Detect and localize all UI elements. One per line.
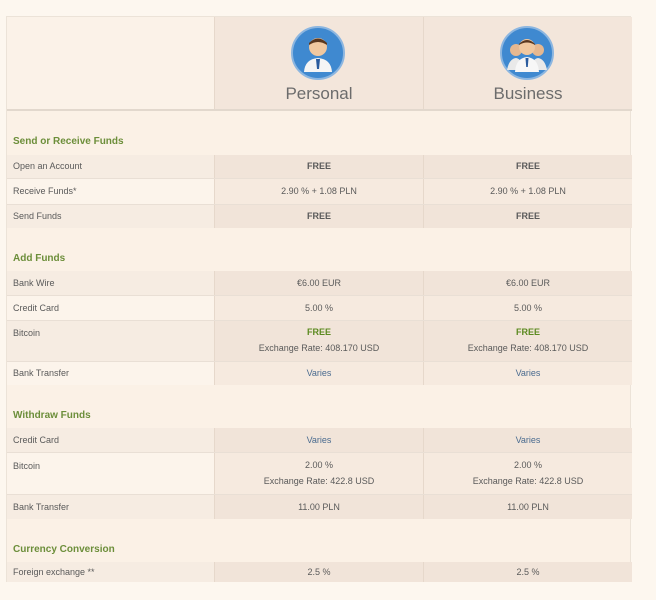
business-subvalue: Exchange Rate: 408.170 USD xyxy=(467,343,589,353)
table-row: Credit Card 5.00 % 5.00 % xyxy=(7,296,632,320)
business-value: FREE xyxy=(423,155,632,178)
section-title-currency-conversion: Currency Conversion xyxy=(13,544,115,555)
business-value: 2.5 % xyxy=(423,562,632,582)
table-row: Open an Account FREE FREE xyxy=(7,155,632,178)
row-label: Send Funds xyxy=(7,205,214,228)
table-row: Foreign exchange ** 2.5 % 2.5 % xyxy=(7,562,632,582)
table-row: Bank Transfer Varies Varies xyxy=(7,362,632,385)
header-divider xyxy=(7,109,632,111)
personal-value: Varies xyxy=(214,428,423,452)
business-plan-title: Business xyxy=(493,84,563,103)
personal-value: €6.00 EUR xyxy=(214,271,423,295)
business-value: 11.00 PLN xyxy=(423,495,632,519)
row-label: Receive Funds* xyxy=(7,179,214,204)
row-label: Bitcoin xyxy=(7,321,214,361)
personal-value: 11.00 PLN xyxy=(214,495,423,519)
personal-value: 5.00 % xyxy=(214,296,423,320)
header-empty-cell xyxy=(7,17,214,109)
row-label: Bank Transfer xyxy=(7,495,214,519)
business-value: 2.90 % + 1.08 PLN xyxy=(423,179,632,204)
business-cell: 2.00 % Exchange Rate: 422.8 USD xyxy=(423,453,632,494)
personal-value: 2.00 % xyxy=(304,460,334,470)
table-row: Credit Card Varies Varies xyxy=(7,428,632,452)
personal-cell: 2.00 % Exchange Rate: 422.8 USD xyxy=(214,453,423,494)
table-row: Bitcoin FREE Exchange Rate: 408.170 USD … xyxy=(7,321,632,361)
business-value: 5.00 % xyxy=(423,296,632,320)
personal-value: FREE xyxy=(214,155,423,178)
row-label: Credit Card xyxy=(7,428,214,452)
row-label: Bank Transfer xyxy=(7,362,214,385)
table-row: Bank Transfer 11.00 PLN 11.00 PLN xyxy=(7,495,632,519)
personal-subvalue: Exchange Rate: 422.8 USD xyxy=(263,476,375,486)
row-label: Credit Card xyxy=(7,296,214,320)
business-value: €6.00 EUR xyxy=(423,271,632,295)
business-value: Varies xyxy=(423,362,632,385)
table-row: Receive Funds* 2.90 % + 1.08 PLN 2.90 % … xyxy=(7,179,632,204)
business-cell: FREE Exchange Rate: 408.170 USD xyxy=(423,321,632,361)
row-label: Open an Account xyxy=(7,155,214,178)
business-value: FREE xyxy=(423,205,632,228)
business-plan-header: Business xyxy=(423,17,632,109)
pricing-table: Personal Business Send or Receive Funds … xyxy=(6,16,632,582)
personal-cell: FREE Exchange Rate: 408.170 USD xyxy=(214,321,423,361)
personal-value: FREE xyxy=(306,327,331,337)
personal-plan-title: Personal xyxy=(285,84,353,103)
table-row: Bitcoin 2.00 % Exchange Rate: 422.8 USD … xyxy=(7,453,632,494)
row-label: Bitcoin xyxy=(7,453,214,494)
personal-value: 2.5 % xyxy=(214,562,423,582)
personal-subvalue: Exchange Rate: 408.170 USD xyxy=(258,343,380,353)
section-title-add-funds: Add Funds xyxy=(13,253,66,264)
business-value: 2.00 % xyxy=(513,460,543,470)
row-label: Bank Wire xyxy=(7,271,214,295)
business-value: Varies xyxy=(423,428,632,452)
personal-value: 2.90 % + 1.08 PLN xyxy=(214,179,423,204)
personal-plan-header: Personal xyxy=(214,17,423,109)
table-row: Bank Wire €6.00 EUR €6.00 EUR xyxy=(7,271,632,295)
group-users-icon xyxy=(500,26,554,80)
row-label: Foreign exchange ** xyxy=(7,562,214,582)
business-value: FREE xyxy=(515,327,540,337)
section-title-send-receive: Send or Receive Funds xyxy=(13,136,124,147)
business-subvalue: Exchange Rate: 422.8 USD xyxy=(472,476,584,486)
section-title-withdraw-funds: Withdraw Funds xyxy=(13,410,91,421)
table-row: Send Funds FREE FREE xyxy=(7,205,632,228)
personal-value: Varies xyxy=(214,362,423,385)
personal-value: FREE xyxy=(214,205,423,228)
single-user-icon xyxy=(291,26,345,80)
